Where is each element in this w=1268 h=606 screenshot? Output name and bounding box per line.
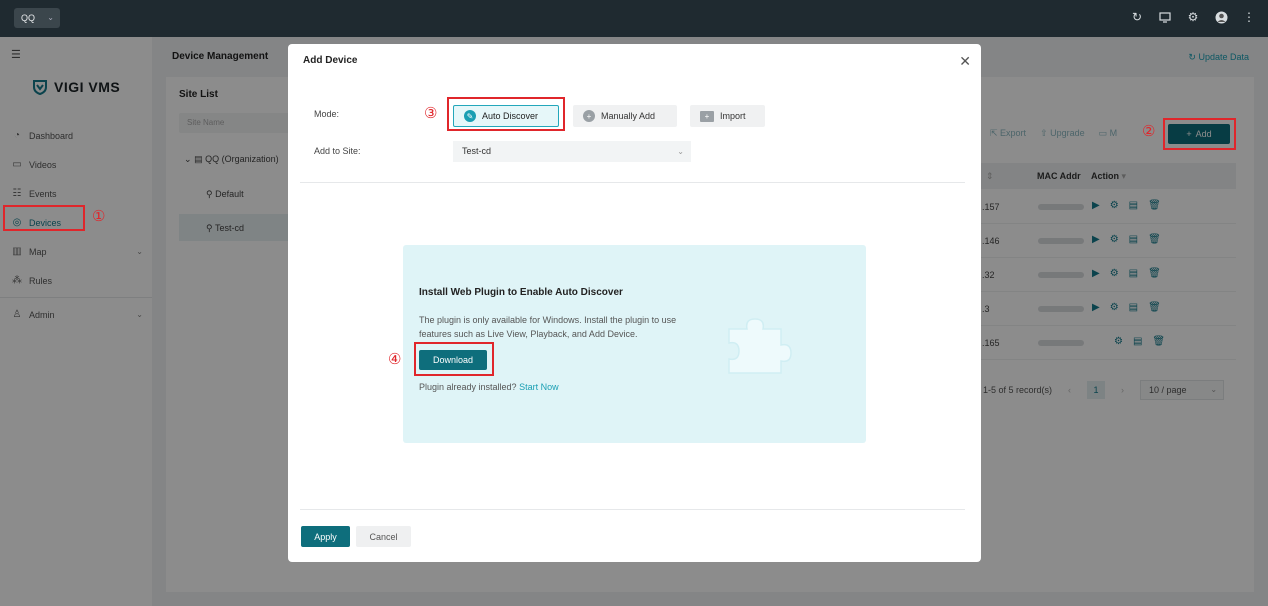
mode-manual-label: Manually Add bbox=[601, 111, 656, 121]
annotation-number-4: ④ bbox=[388, 351, 402, 368]
plugin-description: The plugin is only available for Windows… bbox=[419, 315, 677, 339]
add-to-site-select[interactable]: Test-cd ⌄ bbox=[453, 141, 691, 162]
refresh-icon[interactable]: ↻ bbox=[1130, 10, 1144, 24]
puzzle-icon bbox=[728, 318, 792, 374]
mode-import-button[interactable]: + Import bbox=[690, 105, 765, 127]
annotation-box-devices bbox=[3, 205, 85, 231]
close-icon[interactable]: ✕ bbox=[959, 53, 971, 70]
top-bar-icons: ↻ ⚙ ⋮ bbox=[1130, 10, 1256, 24]
compass-icon: ✎ bbox=[464, 110, 476, 122]
plus-icon: + bbox=[583, 110, 595, 122]
chevron-down-icon: ⌄ bbox=[47, 13, 54, 22]
annotation-number-3: ③ bbox=[424, 105, 438, 122]
mode-manually-add-button[interactable]: + Manually Add bbox=[573, 105, 677, 127]
annotation-number-1: ① bbox=[92, 208, 106, 225]
annotation-number-2: ② bbox=[1142, 123, 1156, 140]
modal-title: Add Device bbox=[303, 55, 358, 66]
start-now-link[interactable]: Start Now bbox=[519, 382, 559, 392]
annotation-box-add bbox=[1163, 118, 1236, 150]
plugin-installed-text: Plugin already installed? Start Now bbox=[419, 382, 559, 392]
mode-auto-label: Auto Discover bbox=[482, 111, 539, 121]
chevron-down-icon: ⌄ bbox=[677, 147, 684, 156]
apply-button[interactable]: Apply bbox=[301, 526, 350, 547]
modal-divider bbox=[300, 182, 965, 183]
cancel-button[interactable]: Cancel bbox=[356, 526, 411, 547]
add-to-site-label: Add to Site: bbox=[314, 146, 361, 156]
monitor-icon[interactable] bbox=[1158, 10, 1172, 24]
avatar[interactable] bbox=[1214, 10, 1228, 24]
add-device-modal: Add Device ✕ Mode: ③ ✎ Auto Discover + M… bbox=[288, 44, 981, 562]
mode-auto-discover-button[interactable]: ✎ Auto Discover bbox=[453, 105, 559, 127]
modal-footer-divider bbox=[300, 509, 965, 510]
plugin-title: Install Web Plugin to Enable Auto Discov… bbox=[419, 287, 623, 298]
more-icon[interactable]: ⋮ bbox=[1242, 10, 1256, 24]
organization-select-value: QQ bbox=[21, 13, 36, 23]
annotation-box-download bbox=[414, 342, 494, 376]
mode-label: Mode: bbox=[314, 109, 340, 119]
gear-icon[interactable]: ⚙ bbox=[1186, 10, 1200, 24]
organization-select[interactable]: QQ ⌄ bbox=[14, 8, 60, 28]
plugin-installed-label: Plugin already installed? bbox=[419, 382, 517, 392]
site-select-value: Test-cd bbox=[462, 146, 492, 156]
mode-import-label: Import bbox=[720, 111, 746, 121]
folder-icon: + bbox=[700, 110, 714, 122]
top-bar: QQ ⌄ ↻ ⚙ ⋮ bbox=[0, 0, 1268, 37]
